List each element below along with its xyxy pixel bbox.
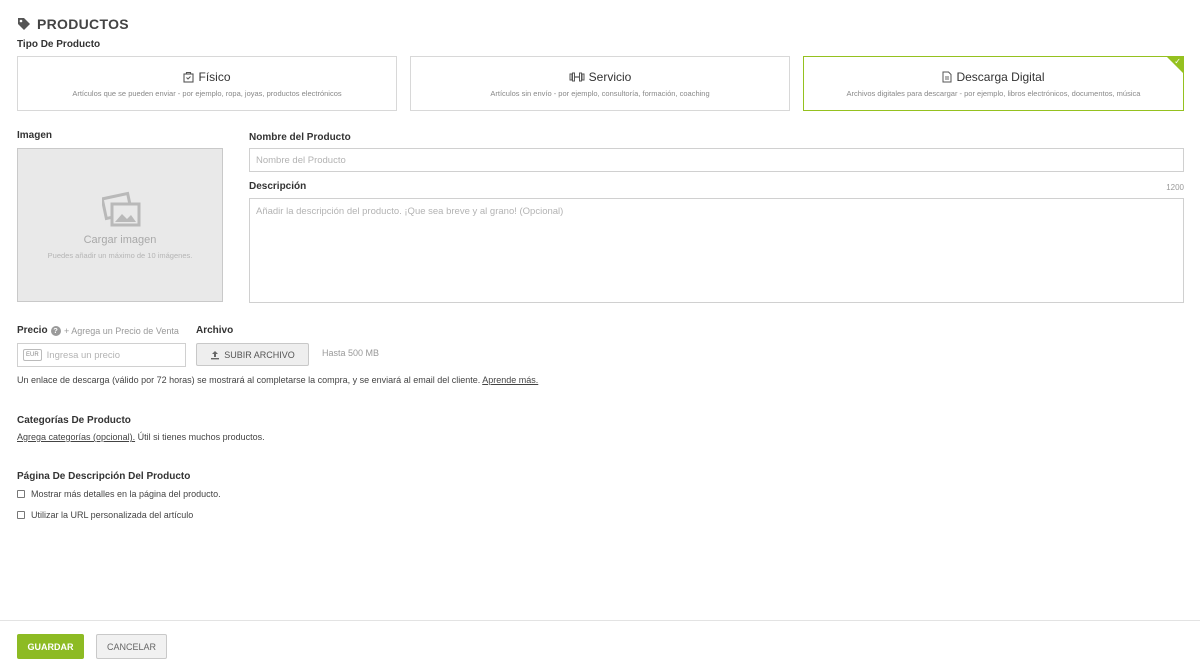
image-icon [102,191,141,227]
download-note-text: Un enlace de descarga (válido por 72 hor… [17,375,481,385]
cancel-button[interactable]: CANCELAR [96,634,167,659]
product-type-servicio-head: Servicio [411,70,789,84]
check-icon: ✓ [1174,57,1181,66]
product-type-servicio-card[interactable]: Servicio Artículos sin envío - por ejemp… [410,56,790,111]
tag-icon [18,18,30,30]
categories-hint: Útil si tienes muchos productos. [137,432,265,442]
product-type-fisico-head: Físico [18,70,396,84]
file-size-limit: Hasta 500 MB [322,348,380,358]
price-label: Precio [17,325,48,336]
product-type-descarga-digital-title: Descarga Digital [956,70,1045,84]
save-button[interactable]: GUARDAR [17,634,84,659]
currency-badge: EUR [23,349,42,361]
custom-url-label: Utilizar la URL personalizada del artícu… [31,510,194,520]
product-type-label: Tipo De Producto [17,39,101,50]
upload-file-button[interactable]: SUBIR ARCHIVO [196,343,309,366]
description-textarea[interactable] [249,198,1184,303]
package-icon [183,71,195,83]
price-field[interactable]: EUR [17,343,186,367]
product-type-descarga-digital-description: Archivos digitales para descargar - por … [846,89,1141,98]
price-label-group: Precio ? [17,325,61,336]
add-sale-price-link[interactable]: + Agrega un Precio de Venta [64,326,179,336]
description-char-limit: 1200 [1166,183,1184,192]
download-note: Un enlace de descarga (válido por 72 hor… [17,375,538,385]
categories-note: Agrega categorías (opcional). Útil si ti… [17,432,265,442]
description-label: Descripción [249,181,307,192]
file-label: Archivo [196,325,234,336]
show-more-details-checkbox[interactable] [17,490,25,498]
product-type-descarga-digital-head: Descarga Digital [804,70,1183,84]
show-more-details-label: Mostrar más detalles en la página del pr… [31,489,221,499]
product-name-label: Nombre del Producto [249,132,351,143]
learn-more-link[interactable]: Aprende más. [482,375,538,385]
product-type-fisico-card[interactable]: Físico Artículos que se pueden enviar - … [17,56,397,111]
page-title: PRODUCTOS [37,16,129,32]
product-name-input[interactable] [249,148,1184,172]
upload-icon [211,350,220,359]
add-categories-link[interactable]: Agrega categorías (opcional). [17,432,135,442]
upload-file-button-label: SUBIR ARCHIVO [224,349,295,360]
upload-image-title: Cargar imagen [83,234,157,246]
image-upload-area[interactable]: Cargar imagen Puedes añadir un máximo de… [17,148,223,302]
help-icon[interactable]: ? [50,325,61,336]
categories-label: Categorías De Producto [17,415,131,426]
document-icon [942,71,952,83]
product-type-servicio-title: Servicio [588,70,632,84]
image-label: Imagen [17,130,53,141]
product-type-fisico-description: Artículos que se pueden enviar - por eje… [72,89,342,98]
custom-url-option[interactable]: Utilizar la URL personalizada del artícu… [17,510,193,520]
footer-divider [0,620,1200,621]
dumbbell-icon [569,72,585,82]
product-type-descarga-digital-card[interactable]: ✓ Descarga Digital Archivos digitales pa… [803,56,1184,111]
product-type-servicio-description: Artículos sin envío - por ejemplo, consu… [490,89,710,98]
page-header: PRODUCTOS [17,14,129,34]
upload-image-hint: Puedes añadir un máximo de 10 imágenes. [47,251,193,260]
product-type-fisico-title: Físico [198,70,231,84]
show-more-details-option[interactable]: Mostrar más detalles en la página del pr… [17,489,221,499]
product-page-label: Página De Descripción Del Producto [17,471,191,482]
price-input[interactable] [46,349,177,361]
custom-url-checkbox[interactable] [17,511,25,519]
